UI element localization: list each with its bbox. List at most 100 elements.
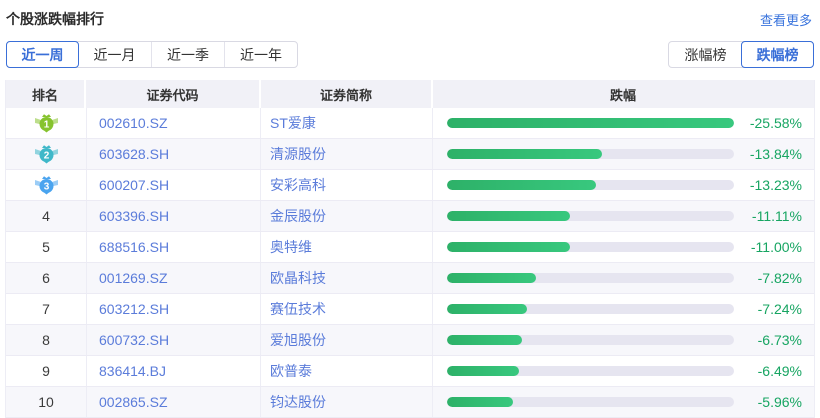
rank-number: 6 [42, 270, 50, 286]
medal-rank-1-icon: 1 [34, 114, 58, 133]
table-row[interactable]: 5 688516.SH 奥特维 -11.00% [6, 232, 814, 263]
medal-rank-3-icon: 3 [34, 176, 58, 195]
table-row[interactable]: 8 600732.SH 爱旭股份 -6.73% [6, 325, 814, 356]
svg-text:3: 3 [43, 182, 49, 193]
decline-bar-fill [447, 335, 522, 345]
rank-number: 10 [38, 394, 54, 410]
stock-name-link[interactable]: 钧达股份 [261, 387, 433, 417]
svg-text:2: 2 [43, 151, 49, 162]
stock-name-link[interactable]: 清源股份 [261, 139, 433, 169]
decline-percent: -7.24% [757, 301, 802, 317]
tab-rank-0[interactable]: 涨幅榜 [669, 42, 742, 67]
rank-tab-group: 涨幅榜 跌幅榜 [668, 41, 814, 68]
decline-bar-track [447, 366, 734, 376]
decline-bar-fill [447, 242, 571, 252]
decline-percent: -7.82% [757, 270, 802, 286]
column-header-rank: 排名 [6, 80, 86, 108]
period-tab-group: 近一周 近一月 近一季 近一年 [6, 41, 298, 68]
stock-name-link[interactable]: 奥特维 [261, 232, 433, 262]
stock-code-link[interactable]: 600732.SH [86, 325, 261, 355]
stock-code-link[interactable]: 002610.SZ [86, 108, 261, 138]
decline-bar-track [447, 335, 734, 345]
rank-cell: 10 [6, 394, 86, 410]
tab-period-1[interactable]: 近一月 [78, 42, 151, 67]
stock-name-link[interactable]: 赛伍技术 [261, 294, 433, 324]
stock-code-link[interactable]: 688516.SH [86, 232, 261, 262]
decline-bar-fill [447, 149, 602, 159]
rank-number: 5 [42, 239, 50, 255]
decline-bar-track [447, 149, 734, 159]
rank-cell: 3 [6, 175, 86, 195]
decline-bar-fill [447, 273, 536, 283]
stock-name-link[interactable]: 金辰股份 [261, 201, 433, 231]
tab-row: 近一周 近一月 近一季 近一年 涨幅榜 跌幅榜 [6, 41, 814, 68]
stock-name-link[interactable]: 欧普泰 [261, 356, 433, 386]
table-row[interactable]: 9 836414.BJ 欧普泰 -6.49% [6, 356, 814, 387]
table-row[interactable]: 3 600207.SH 安彩高科 -13.23% [6, 170, 814, 201]
table-row[interactable]: 1 002610.SZ ST爱康 -25.58% [6, 108, 814, 139]
decline-cell: -25.58% [433, 115, 813, 131]
decline-bar-track [447, 118, 734, 128]
stock-name-link[interactable]: 安彩高科 [261, 170, 433, 200]
column-header-decline: 跌幅 [609, 87, 636, 103]
decline-bar-track [447, 397, 734, 407]
stock-code-link[interactable]: 002865.SZ [86, 387, 261, 417]
decline-percent: -13.23% [749, 177, 802, 193]
decline-percent: -5.96% [757, 394, 802, 410]
svg-text:1: 1 [43, 120, 49, 131]
decline-bar-track [447, 304, 734, 314]
table-row[interactable]: 7 603212.SH 赛伍技术 -7.24% [6, 294, 814, 325]
table-row[interactable]: 4 603396.SH 金辰股份 -11.11% [6, 201, 814, 232]
decline-bar-track [447, 211, 734, 221]
rank-cell: 1 [6, 113, 86, 133]
decline-cell: -6.49% [433, 363, 813, 379]
decline-bar-fill [447, 304, 528, 314]
decline-percent: -25.58% [749, 115, 802, 131]
tab-rank-1[interactable]: 跌幅榜 [741, 41, 814, 68]
decline-bar-fill [447, 118, 734, 128]
view-more-link[interactable]: 查看更多 [760, 10, 812, 29]
decline-percent: -11.11% [751, 208, 802, 224]
rank-number: 4 [42, 208, 50, 224]
decline-percent: -6.49% [757, 363, 802, 379]
decline-bar-track [447, 273, 734, 283]
rank-cell: 9 [6, 363, 86, 379]
decline-bar-fill [447, 397, 513, 407]
stock-name-link[interactable]: 爱旭股份 [261, 325, 433, 355]
tab-period-3[interactable]: 近一年 [224, 42, 297, 67]
decline-cell: -13.23% [433, 177, 813, 193]
decline-percent: -11.00% [750, 239, 802, 255]
table-row[interactable]: 10 002865.SZ 钧达股份 -5.96% [6, 387, 814, 418]
stock-code-link[interactable]: 001269.SZ [86, 263, 261, 293]
rank-table: 排名 证券代码 证券简称 跌幅 1 002610.SZ ST爱康 -25.58%… [5, 80, 815, 418]
stock-code-link[interactable]: 600207.SH [86, 170, 261, 200]
decline-percent: -6.73% [757, 332, 802, 348]
stock-name-link[interactable]: ST爱康 [261, 108, 433, 138]
tab-period-2[interactable]: 近一季 [151, 42, 224, 67]
decline-cell: -5.96% [433, 394, 813, 410]
table-row[interactable]: 2 603628.SH 清源股份 -13.84% [6, 139, 814, 170]
table-header-row: 排名 证券代码 证券简称 跌幅 [6, 80, 814, 108]
decline-bar-fill [447, 366, 519, 376]
rank-cell: 4 [6, 208, 86, 224]
page-title: 个股涨跌幅排行 [6, 11, 104, 27]
decline-bar-track [447, 242, 734, 252]
medal-rank-2-icon: 2 [34, 145, 58, 164]
stock-code-link[interactable]: 603396.SH [86, 201, 261, 231]
decline-bar-fill [447, 180, 597, 190]
decline-cell: -11.00% [433, 239, 813, 255]
table-row[interactable]: 6 001269.SZ 欧晶科技 -7.82% [6, 263, 814, 294]
column-header-code: 证券代码 [86, 80, 261, 108]
decline-cell: -13.84% [433, 146, 813, 162]
stock-code-link[interactable]: 603628.SH [86, 139, 261, 169]
stock-name-link[interactable]: 欧晶科技 [261, 263, 433, 293]
rank-number: 9 [42, 363, 50, 379]
tab-period-0[interactable]: 近一周 [6, 41, 79, 68]
stock-code-link[interactable]: 603212.SH [86, 294, 261, 324]
rank-number: 8 [42, 332, 50, 348]
column-header-name: 证券简称 [261, 80, 433, 108]
stock-code-link[interactable]: 836414.BJ [86, 356, 261, 386]
decline-cell: -6.73% [433, 332, 813, 348]
rank-number: 7 [42, 301, 50, 317]
rank-cell: 2 [6, 144, 86, 164]
